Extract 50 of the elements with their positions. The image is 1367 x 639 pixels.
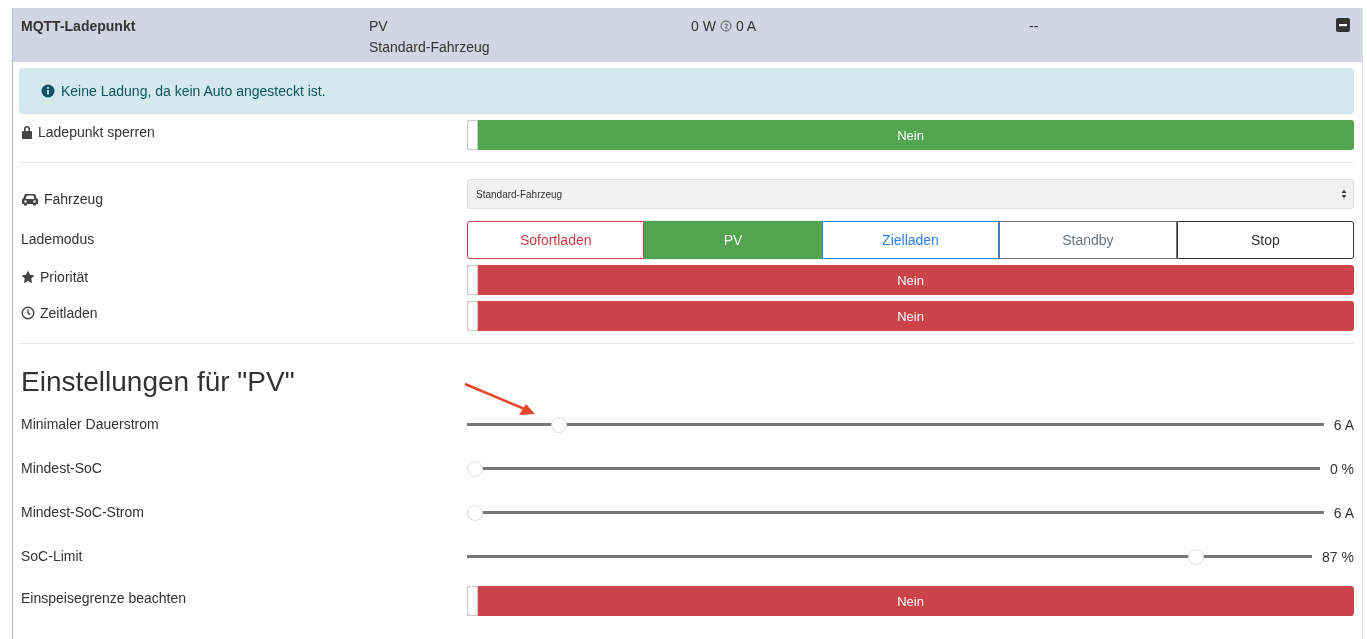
slider-value: 6 A	[1333, 417, 1354, 433]
slider-thumb[interactable]	[467, 461, 483, 477]
field-label: Ladepunkt sperren	[38, 124, 155, 140]
toggle-switch[interactable]: Nein	[467, 586, 1354, 616]
dropdown-caret-icon	[1341, 189, 1347, 199]
current-text: 0 A	[735, 18, 757, 34]
charge-point-title: MQTT-Ladepunkt	[21, 18, 137, 34]
mode-button[interactable]: Sofortladen	[467, 221, 645, 259]
mode-button[interactable]: Zielladen	[821, 221, 1000, 259]
toggle-switch[interactable]: Nein	[467, 120, 1354, 150]
star-icon	[21, 270, 35, 284]
charge-mode-text: PV	[369, 18, 389, 34]
field-label: SoC-Limit	[21, 548, 83, 564]
toggle-switch[interactable]: Nein	[467, 265, 1354, 295]
clock-icon	[21, 306, 35, 320]
slider-value: 6 A	[1333, 505, 1354, 521]
mode-button[interactable]: Standby	[999, 221, 1177, 259]
field-label: Priorität	[40, 269, 89, 285]
alert-text: Keine Ladung, da kein Auto angesteckt ist.	[61, 83, 326, 99]
field-label: Zeitladen	[40, 305, 98, 321]
mode-button[interactable]: Stop	[1176, 221, 1355, 259]
minus-square-icon	[1336, 18, 1350, 32]
lock-icon	[21, 125, 33, 139]
field-label: Lademodus	[21, 231, 95, 247]
vehicle-select[interactable]: Standard-Fahrzeug	[467, 179, 1354, 209]
toggle-handle	[467, 301, 478, 331]
power-text: 0 W	[691, 18, 716, 34]
info-icon	[41, 84, 55, 98]
slider-value: 0 %	[1329, 461, 1354, 477]
annotation-arrow	[464, 382, 535, 415]
soc-text: --	[1029, 18, 1040, 34]
toggle-handle	[467, 586, 478, 616]
toggle-handle	[467, 120, 478, 150]
car-icon	[21, 192, 39, 206]
section-heading: Einstellungen für "PV"	[21, 366, 296, 398]
toggle-switch[interactable]: Nein	[467, 301, 1354, 331]
slider-thumb[interactable]	[467, 505, 483, 521]
field-label: Mindest-SoC-Strom	[21, 504, 144, 520]
vehicle-text: Standard-Fahrzeug	[369, 39, 491, 55]
slider-thumb[interactable]	[551, 417, 568, 433]
phase-icon	[719, 20, 732, 32]
mode-button[interactable]: PV	[644, 221, 822, 259]
collapse-button[interactable]	[1336, 18, 1350, 32]
field-label: Fahrzeug	[44, 191, 104, 207]
slider-thumb[interactable]	[1188, 549, 1205, 565]
slider-value: 87 %	[1322, 549, 1354, 565]
field-label: Mindest-SoC	[21, 460, 102, 476]
toggle-handle	[467, 265, 478, 295]
field-label: Einspeisegrenze beachten	[21, 590, 186, 606]
field-label: Minimaler Dauerstrom	[21, 416, 159, 432]
